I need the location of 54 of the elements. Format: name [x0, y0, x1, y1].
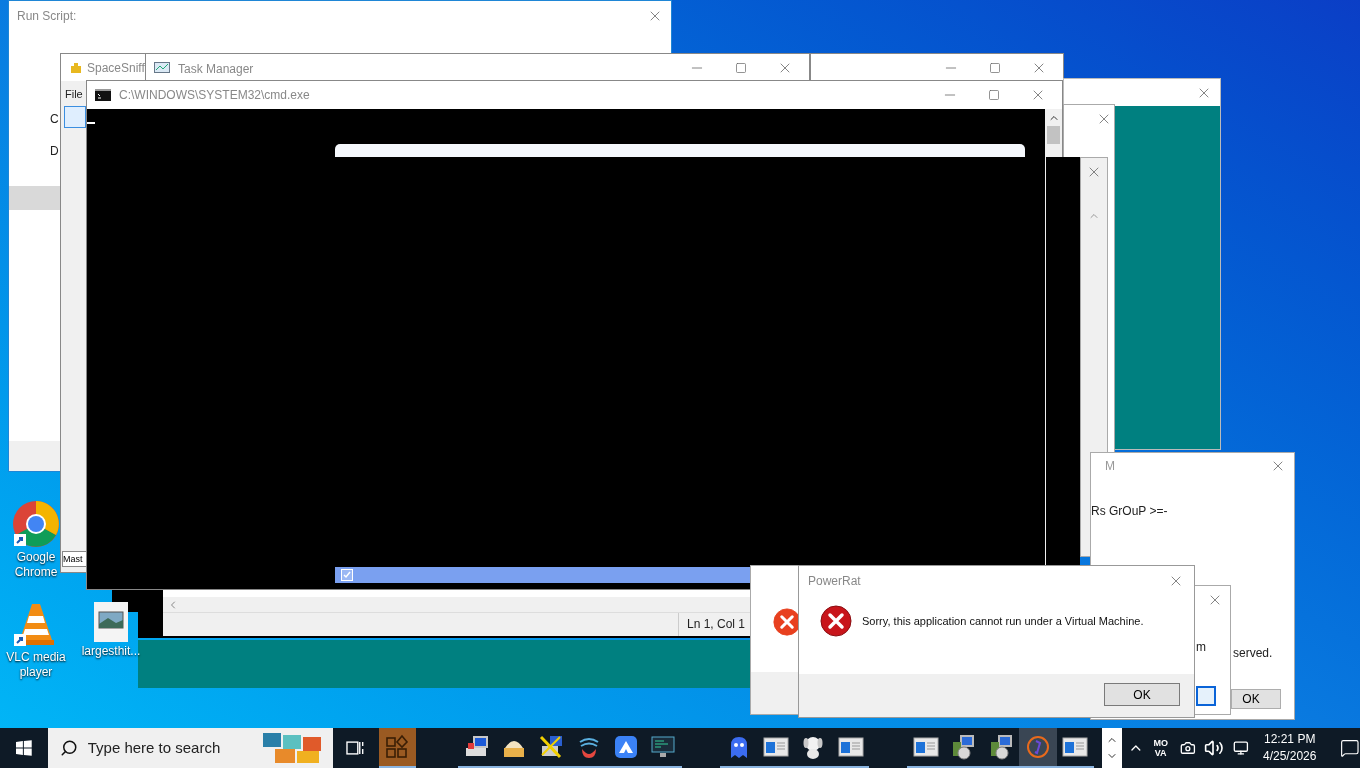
search-box[interactable]: Type here to search — [47, 728, 333, 768]
dialog-text: m — [1196, 639, 1206, 656]
network-icon[interactable] — [1233, 740, 1249, 756]
notifications-icon[interactable] — [1340, 738, 1360, 758]
dialog-text: Rs GrOuP >=- — [1091, 503, 1168, 520]
maximize-icon[interactable] — [988, 89, 1000, 101]
window-icon[interactable] — [837, 734, 864, 760]
dialog-text: served. — [1233, 645, 1273, 662]
maximize-icon[interactable] — [735, 62, 747, 74]
puzzle-icon — [69, 60, 83, 75]
chrome-icon — [12, 500, 60, 548]
error-message: Sorry, this application cannot run under a Virtual Machine. — [862, 613, 1144, 629]
clock[interactable]: 12:21 PM 4/25/2026 — [1263, 731, 1317, 765]
menu-item[interactable]: File — [65, 86, 83, 103]
toolbar-button[interactable] — [64, 105, 86, 128]
window-title: Task Manager — [178, 61, 254, 78]
search-icon — [59, 739, 78, 757]
monitor-icon[interactable] — [650, 734, 677, 760]
windows-logo-icon[interactable] — [16, 740, 32, 756]
tools-icon[interactable] — [538, 734, 565, 760]
image-file-icon — [94, 602, 128, 642]
dialog-title: M — [1105, 458, 1115, 475]
maximize-icon[interactable] — [989, 62, 1001, 74]
list-row — [9, 186, 61, 210]
window-icon[interactable] — [1062, 734, 1089, 760]
setup-icon[interactable] — [950, 734, 977, 760]
checkbox[interactable] — [341, 569, 353, 581]
speaker-icon[interactable] — [1203, 738, 1224, 758]
chart-monitor-icon — [154, 62, 170, 76]
disc-icon[interactable] — [1025, 734, 1052, 760]
window-icon[interactable] — [913, 734, 939, 760]
field-label: C — [50, 111, 59, 128]
status-field: Mast — [62, 551, 87, 567]
error-icon — [820, 605, 852, 637]
scroll-thumb[interactable] — [1047, 126, 1060, 144]
console-icon — [95, 89, 111, 101]
window-title: C:\WINDOWS\SYSTEM32\cmd.exe — [119, 87, 310, 104]
overflow-scroller[interactable] — [1102, 728, 1122, 768]
taskbar-button[interactable] — [378, 728, 416, 768]
tiles-icon[interactable] — [384, 734, 411, 760]
camera-icon[interactable] — [1179, 740, 1196, 756]
ok-button[interactable]: OK — [1231, 689, 1281, 709]
search-placeholder: Type here to search — [87, 737, 222, 758]
dialog-button[interactable] — [1196, 686, 1216, 706]
ime-indicator[interactable]: MO VA — [1153, 738, 1168, 758]
window-title: Run Script: — [17, 8, 77, 25]
task-view-icon[interactable] — [345, 739, 366, 757]
window-title: SpaceSniff — [87, 59, 145, 77]
window-icon[interactable] — [762, 734, 789, 760]
horizontal-scrollbar[interactable] — [163, 597, 751, 612]
ok-button[interactable]: OK — [1104, 683, 1180, 706]
dialog-title: PowerRat — [808, 573, 861, 590]
field-label: D — [50, 143, 59, 160]
triangle-app-icon[interactable] — [612, 734, 639, 760]
